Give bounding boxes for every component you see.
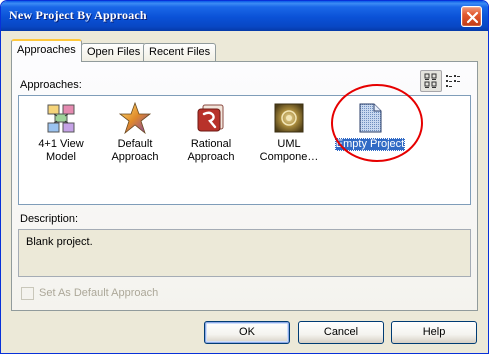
item-label-line1: Default xyxy=(117,138,153,150)
star-icon xyxy=(118,101,152,135)
help-button-label: Help xyxy=(422,326,446,338)
item-label-line1: UML xyxy=(277,138,301,150)
description-text: Blank project. xyxy=(26,236,93,248)
cancel-button-label: Cancel xyxy=(323,326,359,338)
description-box: Blank project. xyxy=(18,229,471,277)
tab-open-files[interactable]: Open Files xyxy=(81,43,147,61)
list-view-button[interactable] xyxy=(442,70,464,92)
window-title: New Project By Approach xyxy=(9,8,147,22)
help-button[interactable]: Help xyxy=(391,321,477,344)
4plus1-model-icon xyxy=(45,102,77,134)
item-label-line1: 4+1 View xyxy=(38,138,84,150)
rational-icon xyxy=(195,102,227,134)
ok-button-label: OK xyxy=(239,326,255,338)
large-icons-view-icon xyxy=(424,73,437,88)
approaches-label: Approaches: xyxy=(20,79,82,91)
item-label-line2: Model xyxy=(46,151,76,163)
item-label-line1: Rational xyxy=(190,138,232,150)
tab-recent-files[interactable]: Recent Files xyxy=(143,43,217,61)
item-label-line2: Approach xyxy=(111,151,159,163)
item-label-line2: Approach xyxy=(187,151,235,163)
approaches-panel: Approaches: 4+1 View Model Default Appro… xyxy=(11,61,478,311)
set-default-checkbox[interactable] xyxy=(21,287,34,300)
cancel-button[interactable]: Cancel xyxy=(298,321,384,344)
close-icon xyxy=(466,11,479,24)
item-label-line2: Compone… xyxy=(259,151,319,163)
list-item-rational-approach[interactable]: Rational Approach xyxy=(173,102,249,164)
list-item-4plus1-view-model[interactable]: 4+1 View Model xyxy=(23,102,99,164)
list-item-default-approach[interactable]: Default Approach xyxy=(97,101,173,164)
tab-label: Recent Files xyxy=(149,46,211,58)
ok-button[interactable]: OK xyxy=(204,321,290,344)
description-label: Description: xyxy=(20,213,79,225)
empty-document-icon xyxy=(354,102,386,134)
view-mode-toggle xyxy=(420,70,464,92)
item-label-line1: Empty Project xyxy=(334,138,406,151)
approaches-list[interactable]: 4+1 View Model Default Approach Rational… xyxy=(18,84,471,205)
set-default-label: Set As Default Approach xyxy=(39,287,159,299)
title-bar[interactable]: New Project By Approach xyxy=(1,1,488,31)
dialog-window: New Project By Approach Approaches Open … xyxy=(0,0,489,354)
uml-component-icon xyxy=(273,102,305,134)
close-button[interactable] xyxy=(461,6,482,27)
tab-label: Approaches xyxy=(17,44,76,56)
large-icons-view-button[interactable] xyxy=(420,70,442,92)
list-view-icon xyxy=(446,75,460,87)
list-item-uml-components[interactable]: UML Compone… xyxy=(251,102,327,164)
tab-label: Open Files xyxy=(87,46,141,58)
tab-approaches[interactable]: Approaches xyxy=(11,39,82,62)
list-item-empty-project[interactable]: Empty Project xyxy=(329,102,411,151)
